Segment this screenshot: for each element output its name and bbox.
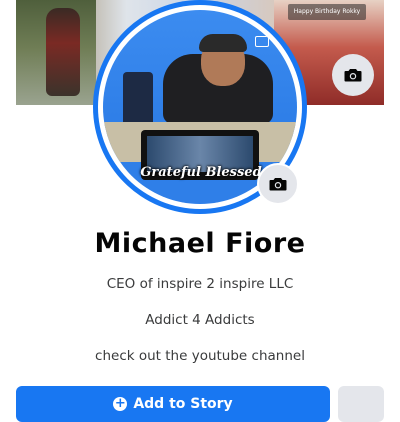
profile-picture-camera-button[interactable] xyxy=(257,163,299,205)
camera-icon xyxy=(255,36,269,47)
camera-icon xyxy=(269,178,287,191)
profile-bio-line: CEO of inspire 2 inspire LLC xyxy=(106,276,294,292)
profile-bio-line: Addict 4 Addicts xyxy=(145,312,255,328)
plus-icon: + xyxy=(113,396,128,411)
profile-name: Michael Fiore xyxy=(94,228,306,259)
camera-icon xyxy=(344,69,362,82)
profile-picture-logo: Grateful Blessed xyxy=(140,165,262,180)
cover-photo-person xyxy=(46,8,80,96)
cover-photo-sign: Happy Birthday Rokky xyxy=(288,4,366,20)
more-options-button[interactable] xyxy=(338,386,384,422)
profile-bio-line: check out the youtube channel xyxy=(95,348,305,364)
add-to-story-label: Add to Story xyxy=(133,396,233,412)
cover-photo-camera-button[interactable] xyxy=(332,54,374,96)
add-to-story-button[interactable]: + Add to Story xyxy=(16,386,330,422)
